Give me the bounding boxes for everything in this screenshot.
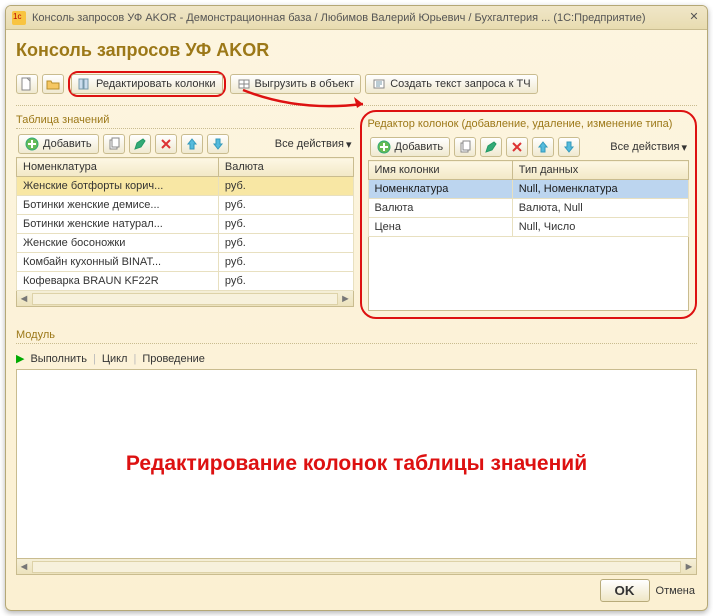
annotation-text: Редактирование колонок таблицы значений (126, 452, 587, 476)
right-moveup-button[interactable] (532, 137, 554, 157)
table-row[interactable]: НоменклатураNull, Номенклатура (368, 180, 689, 199)
export-object-label: Выгрузить в объект (255, 78, 355, 90)
page-title: Консоль запросов УФ AKOR (16, 40, 697, 61)
right-grid-blank (368, 237, 690, 311)
chevron-down-icon: ▾ (681, 141, 687, 154)
left-copy-button[interactable] (103, 134, 125, 154)
edit-columns-icon (78, 77, 92, 91)
left-pane-label: Таблица значений (16, 114, 354, 129)
loop-button[interactable]: Цикл (102, 353, 128, 365)
divider: | (93, 353, 96, 365)
scroll-left-icon[interactable]: ◄ (17, 561, 31, 573)
pencil-icon (484, 140, 498, 154)
pencil-icon (133, 137, 147, 151)
posting-button[interactable]: Проведение (142, 353, 205, 365)
left-moveup-button[interactable] (181, 134, 203, 154)
arrow-down-icon (211, 137, 225, 151)
table-row[interactable]: Женские босоножкируб. (17, 234, 354, 253)
document-icon (20, 77, 34, 91)
table-row[interactable]: Кофеварка BRAUN KF22Rруб. (17, 272, 354, 291)
left-col-1[interactable]: Валюта (218, 158, 353, 177)
right-add-label: Добавить (395, 141, 444, 153)
right-pane-highlight: Редактор колонок (добавление, удаление, … (360, 110, 698, 319)
left-add-label: Добавить (43, 138, 92, 150)
ok-button[interactable]: OK (600, 579, 650, 602)
cancel-button[interactable]: Отмена (656, 585, 695, 597)
table-row[interactable]: Комбайн кухонный BINAT...руб. (17, 253, 354, 272)
table-row[interactable]: Ботинки женские демисе...руб. (17, 196, 354, 215)
new-doc-button[interactable] (16, 74, 38, 94)
scroll-track[interactable] (32, 293, 338, 305)
copy-icon (458, 140, 472, 154)
delete-icon (159, 137, 173, 151)
edit-columns-button[interactable]: Редактировать колонки (71, 74, 223, 94)
table-row[interactable]: Женские ботфорты корич...руб. (17, 177, 354, 196)
right-col-1[interactable]: Тип данных (512, 161, 688, 180)
app-icon (12, 11, 26, 25)
folder-icon (46, 77, 60, 91)
left-grid[interactable]: Номенклатура Валюта Женские ботфорты кор… (16, 157, 354, 291)
scroll-right-icon[interactable]: ► (339, 293, 353, 305)
right-delete-button[interactable] (506, 137, 528, 157)
left-toolbar: Добавить Все действия ▾ (16, 131, 354, 157)
table-row[interactable]: ВалютаВалюта, Null (368, 199, 689, 218)
right-copy-button[interactable] (454, 137, 476, 157)
edit-columns-label: Редактировать колонки (96, 78, 216, 90)
query-icon (372, 77, 386, 91)
right-movedown-button[interactable] (558, 137, 580, 157)
divider: | (133, 353, 136, 365)
footer: OK Отмена (600, 579, 695, 602)
delete-icon (510, 140, 524, 154)
add-icon (25, 137, 39, 151)
right-pane: Редактор колонок (добавление, удаление, … (360, 110, 698, 319)
scroll-left-icon[interactable]: ◄ (17, 293, 31, 305)
run-button[interactable]: Выполнить (30, 353, 86, 365)
create-query-button[interactable]: Создать текст запроса к ТЧ (365, 74, 537, 94)
right-grid[interactable]: Имя колонки Тип данных НоменклатураNull,… (368, 160, 690, 237)
create-query-label: Создать текст запроса к ТЧ (390, 78, 530, 90)
module-editor[interactable]: Редактирование колонок таблицы значений (16, 369, 697, 559)
right-edit-button[interactable] (480, 137, 502, 157)
chevron-down-icon: ▾ (346, 138, 352, 151)
right-add-button[interactable]: Добавить (370, 137, 451, 157)
left-all-actions-label: Все действия (275, 138, 344, 150)
titlebar: Консоль запросов УФ AKOR - Демонстрацион… (6, 6, 707, 30)
module-hscroll[interactable]: ◄ ► (16, 559, 697, 575)
open-button[interactable] (42, 74, 64, 94)
left-delete-button[interactable] (155, 134, 177, 154)
right-all-actions[interactable]: Все действия ▾ (610, 141, 687, 154)
module-label: Модуль (16, 329, 697, 344)
copy-icon (107, 137, 121, 151)
left-col-0[interactable]: Номенклатура (17, 158, 219, 177)
arrow-down-icon (562, 140, 576, 154)
table-row[interactable]: Ботинки женские натурал...руб. (17, 215, 354, 234)
left-pane: Таблица значений Добавить Все действия ▾ (16, 110, 354, 319)
table-row[interactable]: ЦенаNull, Число (368, 218, 689, 237)
add-icon (377, 140, 391, 154)
module-toolbar: ▶ Выполнить | Цикл | Проведение (16, 348, 697, 369)
export-icon (237, 77, 251, 91)
scroll-right-icon[interactable]: ► (682, 561, 696, 573)
titlebar-text: Консоль запросов УФ AKOR - Демонстрацион… (32, 12, 646, 24)
play-icon[interactable]: ▶ (16, 352, 24, 365)
arrow-up-icon (536, 140, 550, 154)
main-toolbar: Редактировать колонки Выгрузить в объект… (16, 69, 697, 106)
close-icon[interactable]: ✕ (687, 11, 701, 25)
export-object-button[interactable]: Выгрузить в объект (230, 74, 362, 94)
right-all-actions-label: Все действия (610, 141, 679, 153)
left-movedown-button[interactable] (207, 134, 229, 154)
left-hscroll[interactable]: ◄ ► (16, 291, 354, 307)
edit-columns-highlight: Редактировать колонки (68, 71, 226, 97)
scroll-track[interactable] (32, 561, 681, 573)
arrow-up-icon (185, 137, 199, 151)
app-window: Консоль запросов УФ AKOR - Демонстрацион… (5, 5, 708, 611)
left-all-actions[interactable]: Все действия ▾ (275, 138, 352, 151)
right-pane-label: Редактор колонок (добавление, удаление, … (368, 118, 690, 132)
right-toolbar: Добавить Все действия ▾ (368, 134, 690, 160)
left-add-button[interactable]: Добавить (18, 134, 99, 154)
right-col-0[interactable]: Имя колонки (368, 161, 512, 180)
left-edit-button[interactable] (129, 134, 151, 154)
